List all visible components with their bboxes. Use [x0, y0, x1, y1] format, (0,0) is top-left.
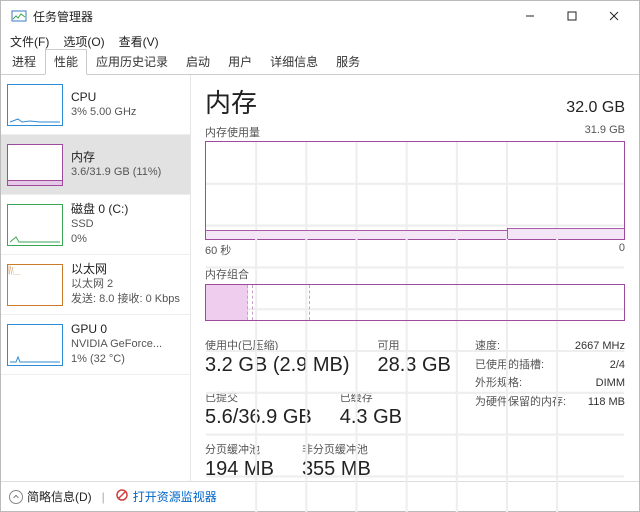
body: CPU 3% 5.00 GHz 内存 3.6/31.9 GB (11%)	[1, 75, 639, 481]
comp-in-use	[206, 285, 248, 320]
tab-app-history[interactable]: 应用历史记录	[87, 49, 177, 75]
sidebar-item-label: CPU 3% 5.00 GHz	[71, 90, 136, 120]
resmon-icon	[115, 488, 129, 505]
memory-thumb	[7, 144, 63, 186]
gpu-thumb	[7, 324, 63, 366]
comp-free	[310, 285, 624, 320]
task-manager-window: 任务管理器 文件(F) 选项(O) 查看(V) 进程 性能 应用历史记录 启动 …	[0, 0, 640, 512]
total-memory: 32.0 GB	[566, 99, 625, 117]
maximize-button[interactable]	[551, 2, 593, 30]
sidebar-item-ethernet[interactable]: 以太网 以太网 2 发送: 8.0 接收: 0 Kbps	[1, 255, 190, 315]
ethernet-thumb	[7, 264, 63, 306]
sidebar-item-label: 以太网 以太网 2 发送: 8.0 接收: 0 Kbps	[71, 262, 180, 307]
tab-services[interactable]: 服务	[327, 49, 369, 75]
tab-details[interactable]: 详细信息	[261, 49, 327, 75]
window-title: 任务管理器	[33, 8, 509, 25]
sidebar: CPU 3% 5.00 GHz 内存 3.6/31.9 GB (11%)	[1, 75, 191, 481]
menu-file[interactable]: 文件(F)	[7, 32, 52, 51]
tab-processes[interactable]: 进程	[3, 49, 45, 75]
menu-options[interactable]: 选项(O)	[60, 32, 107, 51]
memory-composition-chart[interactable]	[205, 284, 625, 321]
fewer-details-button[interactable]: 简略信息(D)	[9, 488, 92, 505]
menubar: 文件(F) 选项(O) 查看(V)	[1, 31, 639, 51]
window-buttons	[509, 2, 635, 30]
tab-performance[interactable]: 性能	[45, 49, 87, 75]
separator: |	[102, 490, 105, 504]
main-panel: 内存 32.0 GB 内存使用量 31.9 GB 60 秒 0	[191, 75, 639, 481]
sidebar-item-cpu[interactable]: CPU 3% 5.00 GHz	[1, 75, 190, 135]
open-resmon-link[interactable]: 打开资源监视器	[115, 488, 217, 505]
page-title: 内存	[205, 83, 257, 120]
usage-chart-max: 31.9 GB	[585, 124, 625, 140]
cpu-thumb	[7, 84, 63, 126]
tab-startup[interactable]: 启动	[177, 49, 219, 75]
titlebar[interactable]: 任务管理器	[1, 1, 639, 31]
comp-standby	[253, 285, 309, 320]
tab-users[interactable]: 用户	[219, 49, 261, 75]
sidebar-item-label: 内存 3.6/31.9 GB (11%)	[71, 150, 161, 180]
app-icon	[11, 8, 27, 24]
sidebar-item-gpu[interactable]: GPU 0 NVIDIA GeForce... 1% (32 °C)	[1, 315, 190, 375]
sidebar-item-label: 磁盘 0 (C:) SSD 0%	[71, 202, 128, 247]
minimize-button[interactable]	[509, 2, 551, 30]
usage-chart-label: 内存使用量	[205, 124, 260, 140]
close-button[interactable]	[593, 2, 635, 30]
disk-thumb	[7, 204, 63, 246]
menu-view[interactable]: 查看(V)	[116, 32, 162, 51]
usage-step	[507, 228, 624, 239]
tabbar: 进程 性能 应用历史记录 启动 用户 详细信息 服务	[1, 51, 639, 75]
memory-usage-chart[interactable]	[205, 141, 625, 240]
sidebar-item-disk[interactable]: 磁盘 0 (C:) SSD 0%	[1, 195, 190, 255]
chevron-up-icon	[9, 490, 23, 504]
sidebar-item-memory[interactable]: 内存 3.6/31.9 GB (11%)	[1, 135, 190, 195]
sidebar-item-label: GPU 0 NVIDIA GeForce... 1% (32 °C)	[71, 322, 162, 367]
